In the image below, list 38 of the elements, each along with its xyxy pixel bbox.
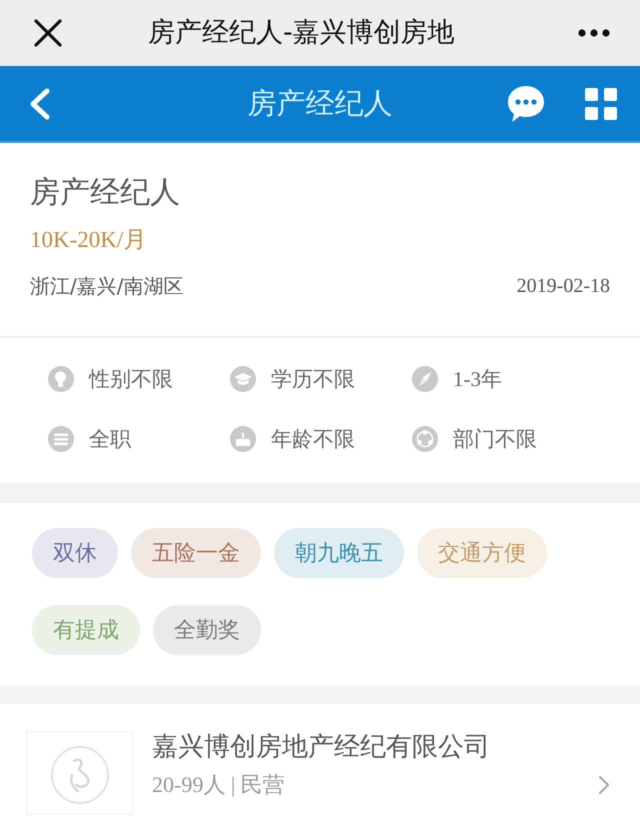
requirement-text: 1-3年 (453, 366, 502, 393)
benefit-tag: 五险一金 (131, 528, 261, 578)
emblem-icon (50, 745, 110, 805)
compass-icon (412, 366, 438, 392)
company-name: 嘉兴博创房地产经纪有限公司 (152, 731, 491, 764)
page-title: 房产经纪人-嘉兴博创房地 (148, 16, 456, 50)
requirement-text: 年龄不限 (271, 426, 355, 453)
grid-button[interactable] (585, 88, 617, 120)
post-date: 2019-02-18 (516, 274, 610, 299)
bulb-icon (48, 366, 74, 392)
more-button[interactable] (578, 28, 610, 38)
salary-text: 10K-20K/月 (30, 226, 148, 254)
nav-title: 房产经纪人 (246, 84, 394, 122)
requirement-text: 全职 (89, 426, 131, 453)
requirement-text: 部门不限 (453, 426, 537, 453)
back-icon (28, 88, 50, 120)
benefit-tag: 双休 (32, 528, 118, 578)
benefit-tag: 朝九晚五 (274, 528, 404, 578)
cake-icon (230, 426, 256, 452)
company-info: 20-99人 | 民营 (152, 771, 285, 799)
requirement-text: 学历不限 (271, 366, 355, 393)
dots-circle-icon (412, 426, 438, 452)
chevron-right-icon[interactable] (598, 775, 610, 795)
benefit-tag: 全勤奖 (153, 605, 261, 655)
benefit-tag: 交通方便 (417, 528, 547, 578)
location-text: 浙江/嘉兴/南湖区 (30, 273, 184, 300)
chat-bubble-icon (507, 84, 545, 122)
more-icon (578, 29, 610, 37)
back-button[interactable] (28, 88, 50, 120)
cap-icon (230, 366, 256, 392)
close-icon (34, 19, 62, 47)
chat-button[interactable] (507, 84, 545, 122)
requirement-text: 性别不限 (89, 366, 173, 393)
grid-icon (585, 88, 617, 120)
job-title: 房产经纪人 (30, 174, 181, 212)
list-icon (48, 426, 74, 452)
benefit-tag: 有提成 (32, 605, 140, 655)
close-button[interactable] (34, 19, 62, 47)
